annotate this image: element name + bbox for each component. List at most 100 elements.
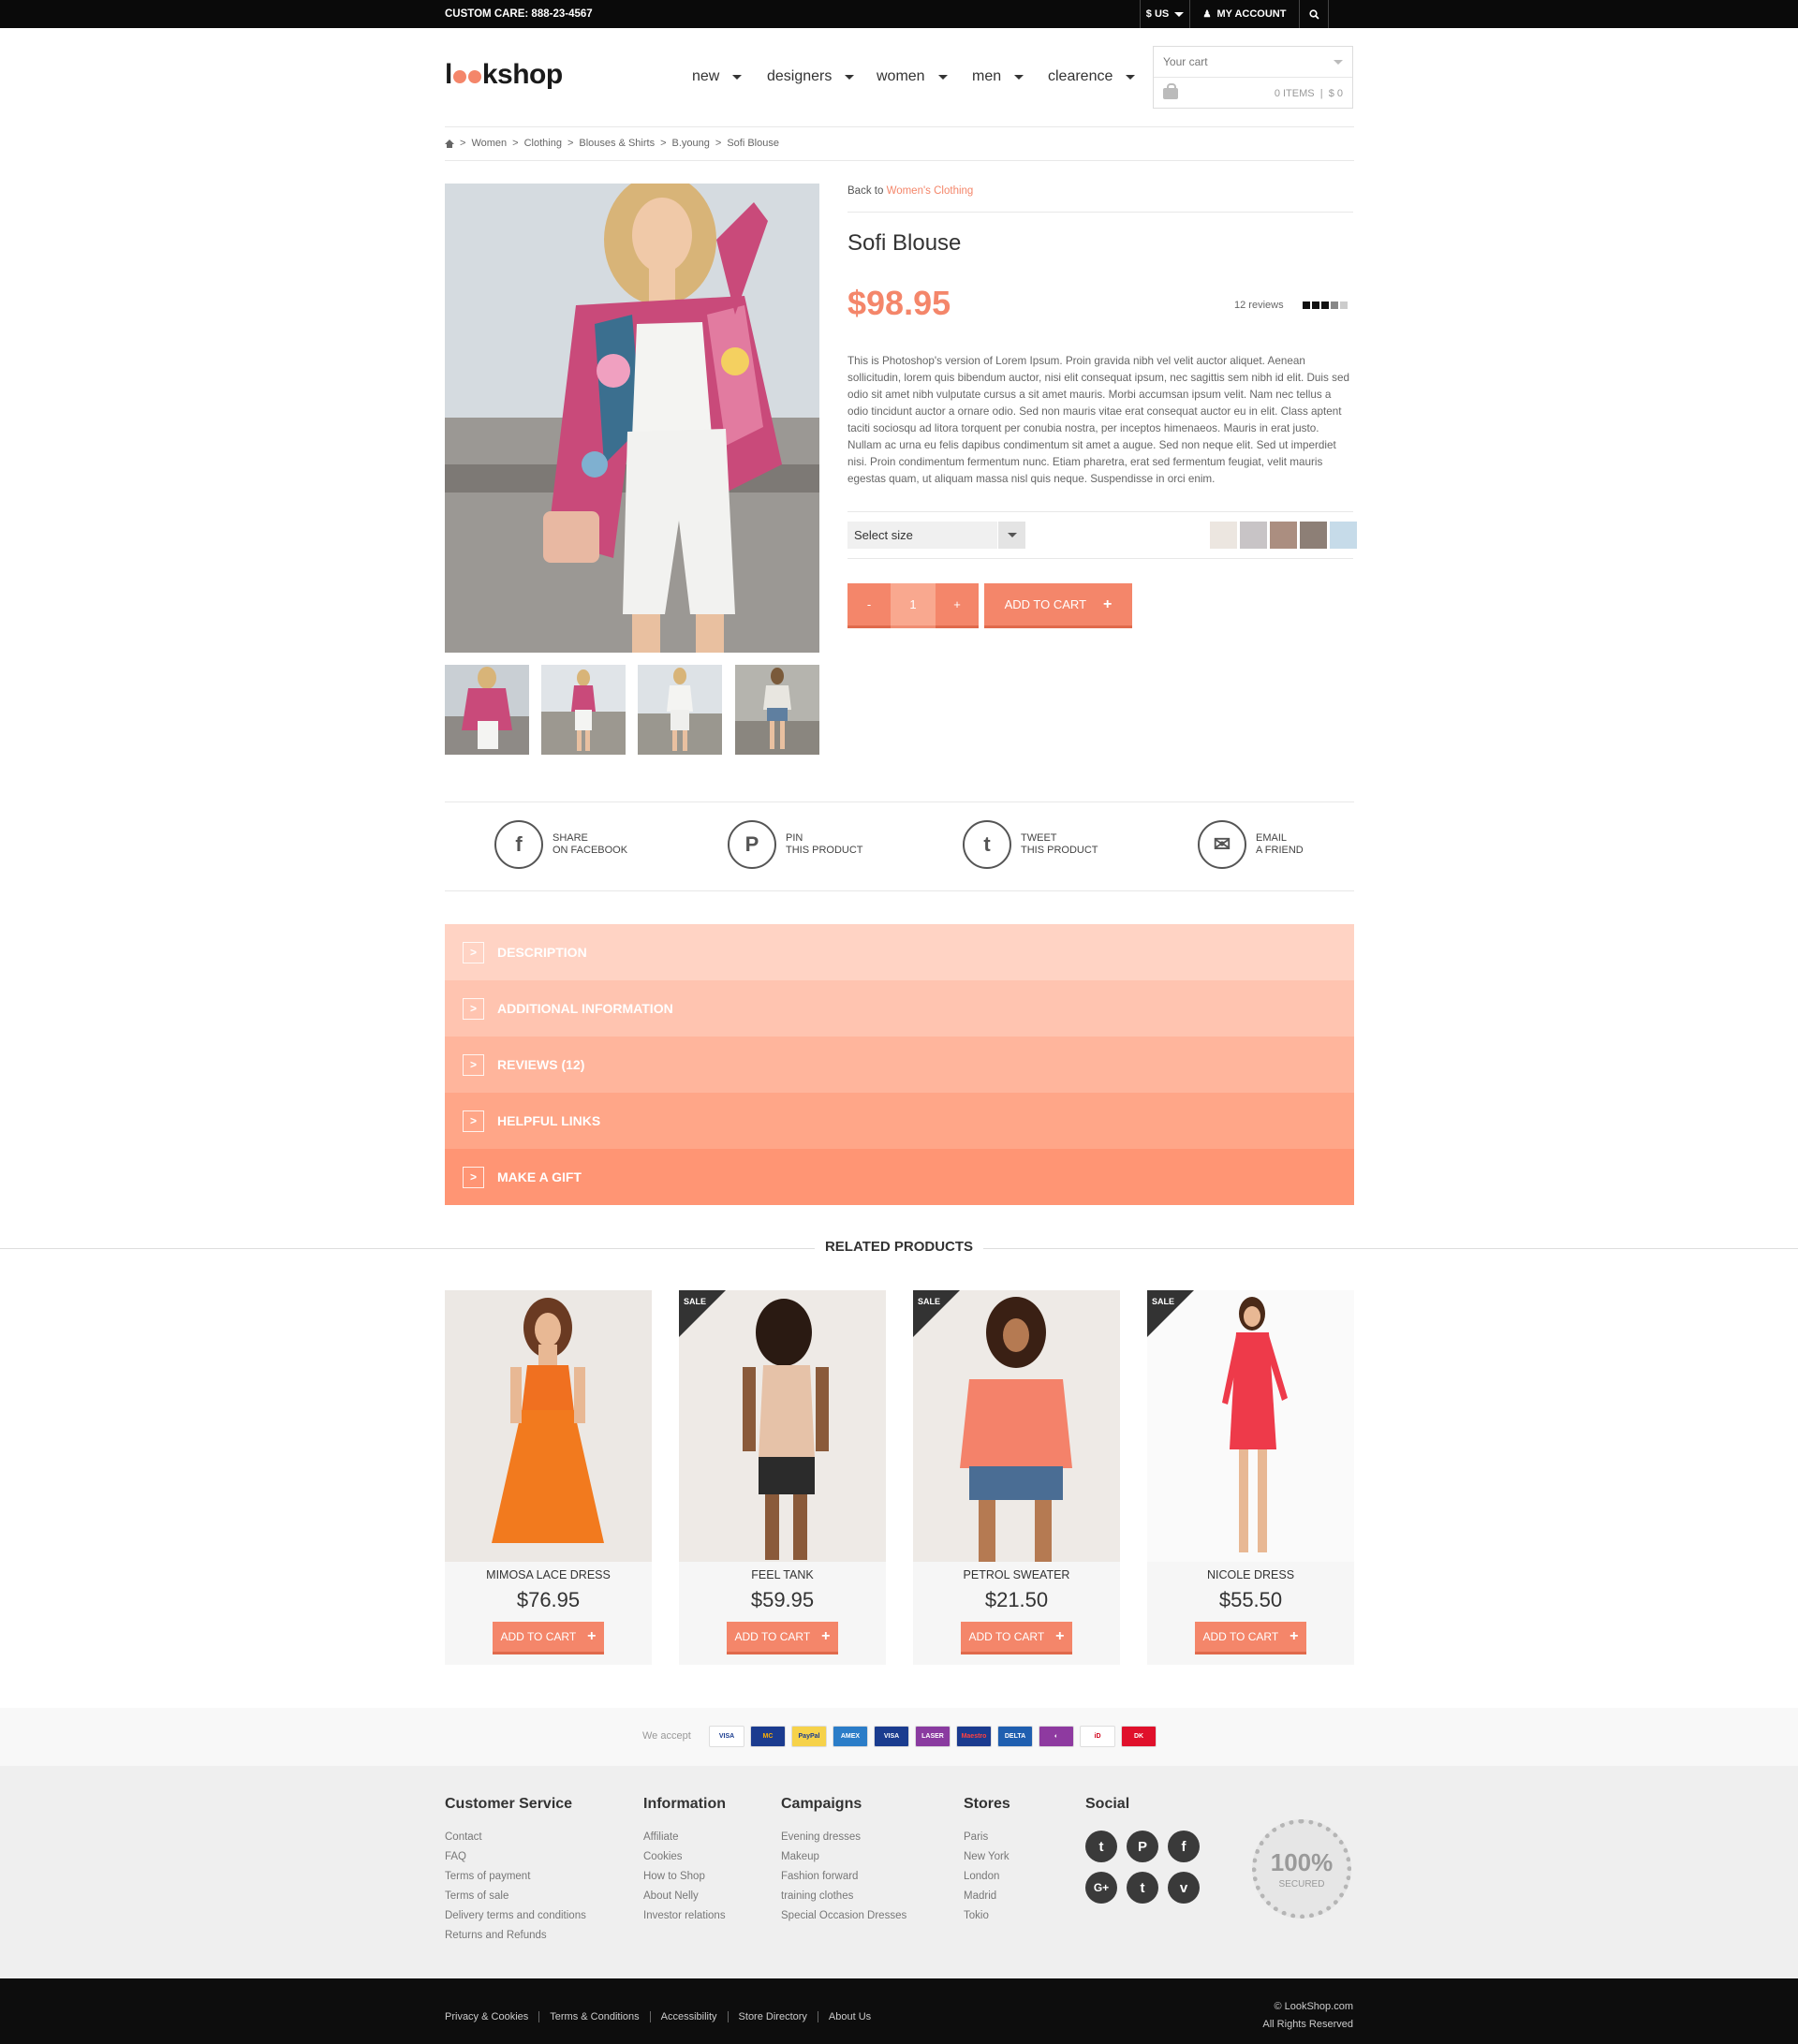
footer-link[interactable]: Paris — [964, 1828, 1010, 1847]
breadcrumb-brand[interactable]: B.young — [672, 138, 710, 149]
footer-link[interactable]: Special Occasion Dresses — [781, 1906, 906, 1926]
related-product-image[interactable]: SALE — [1147, 1290, 1354, 1562]
related-product-image[interactable] — [445, 1290, 652, 1562]
footer-link[interactable]: Investor relations — [643, 1906, 726, 1926]
footer-link[interactable]: Tokio — [964, 1906, 1010, 1926]
footer-link[interactable]: Terms of payment — [445, 1867, 586, 1887]
accordion-make-a-gift[interactable]: > MAKE A GIFT — [445, 1149, 1354, 1205]
footer-link[interactable]: Fashion forward — [781, 1867, 906, 1887]
vimeo-icon[interactable]: v — [1168, 1872, 1200, 1904]
nav-clearence[interactable]: clearence — [1048, 68, 1136, 85]
footer-link[interactable]: Affiliate — [643, 1828, 726, 1847]
privacy-link[interactable]: Privacy & Cookies — [445, 2011, 538, 2022]
cart-label: Your cart — [1163, 55, 1208, 68]
color-swatch[interactable] — [1210, 522, 1237, 549]
nav-new[interactable]: new — [692, 68, 743, 85]
footer-col-social: Social — [1085, 1796, 1129, 1828]
related-product-name[interactable]: FEEL TANK — [679, 1568, 886, 1581]
nav-designers[interactable]: designers — [767, 68, 855, 85]
product-thumbnail[interactable] — [445, 665, 529, 755]
footer-link[interactable]: training clothes — [781, 1887, 906, 1906]
related-product-card[interactable]: MIMOSA LACE DRESS $76.95 ADD TO CART + — [445, 1290, 652, 1665]
currency-selector[interactable]: $ US — [1140, 0, 1189, 28]
nav-men[interactable]: men — [972, 68, 1024, 85]
footer-link[interactable]: Madrid — [964, 1887, 1010, 1906]
related-product-image[interactable]: SALE — [913, 1290, 1120, 1562]
footer-link[interactable]: How to Shop — [643, 1867, 726, 1887]
accessibility-link[interactable]: Accessibility — [649, 2011, 728, 2022]
share-twitter[interactable]: t TWEET THIS PRODUCT — [963, 820, 1098, 869]
related-product-name[interactable]: NICOLE DRESS — [1147, 1568, 1354, 1581]
footer-col-information: Information Affiliate Cookies How to Sho… — [643, 1796, 726, 1926]
share-pinterest[interactable]: P PIN THIS PRODUCT — [728, 820, 863, 869]
footer-col-title: Information — [643, 1796, 726, 1812]
related-product-card[interactable]: SALE NICOLE DRESS $55.50 ADD TO CART + — [1147, 1290, 1354, 1665]
breadcrumb-blouses[interactable]: Blouses & Shirts — [579, 138, 655, 149]
rating-star-filled — [1303, 301, 1310, 309]
quantity-increase-button[interactable]: + — [936, 583, 979, 628]
footer-link[interactable]: New York — [964, 1847, 1010, 1867]
twitter-icon[interactable]: t — [1085, 1831, 1117, 1862]
terms-link[interactable]: Terms & Conditions — [538, 2011, 649, 2022]
home-icon[interactable] — [445, 139, 454, 148]
related-add-to-cart-button[interactable]: ADD TO CART + — [961, 1622, 1072, 1654]
product-thumbnail[interactable] — [735, 665, 819, 755]
footer-link[interactable]: Returns and Refunds — [445, 1926, 586, 1946]
accordion-reviews[interactable]: > REVIEWS (12) — [445, 1037, 1354, 1093]
footer-link[interactable]: Terms of sale — [445, 1887, 586, 1906]
product-thumbnail[interactable] — [541, 665, 626, 755]
footer-link[interactable]: Makeup — [781, 1847, 906, 1867]
product-description: This is Photoshop's version of Lorem Ips… — [847, 355, 1349, 485]
related-product-card[interactable]: SALE FEEL TANK $59.95 ADD TO CART + — [679, 1290, 886, 1665]
footer-link[interactable]: Evening dresses — [781, 1828, 906, 1847]
back-to-category-link[interactable]: Women's Clothing — [887, 185, 974, 197]
pinterest-icon[interactable]: P — [1127, 1831, 1158, 1862]
accordion-additional-information[interactable]: > ADDITIONAL INFORMATION — [445, 980, 1354, 1037]
footer-link[interactable]: Delivery terms and conditions — [445, 1906, 586, 1926]
lookshop-logo[interactable]: l kshop — [445, 59, 563, 91]
quantity-stepper: - 1 + — [847, 583, 979, 628]
product-thumbnail[interactable] — [638, 665, 722, 755]
size-select[interactable]: Select size — [847, 522, 1025, 549]
footer-link[interactable]: FAQ — [445, 1847, 586, 1867]
accordion-description[interactable]: > DESCRIPTION — [445, 924, 1354, 980]
accordion-helpful-links[interactable]: > HELPFUL LINKS — [445, 1093, 1354, 1149]
product-main-image[interactable] — [445, 184, 819, 653]
footer-link[interactable]: Contact — [445, 1828, 586, 1847]
related-add-to-cart-button[interactable]: ADD TO CART + — [493, 1622, 604, 1654]
related-product-name[interactable]: PETROL SWEATER — [913, 1568, 1120, 1581]
color-swatch[interactable] — [1240, 522, 1267, 549]
related-product-price: $55.50 — [1218, 1588, 1283, 1611]
related-product-card[interactable]: SALE PETROL SWEATER $21.50 ADD TO CART + — [913, 1290, 1120, 1665]
footer-link[interactable]: About Nelly — [643, 1887, 726, 1906]
search-button[interactable] — [1299, 0, 1329, 28]
breadcrumb-women[interactable]: Women — [471, 138, 507, 149]
related-add-to-cart-button[interactable]: ADD TO CART + — [727, 1622, 838, 1654]
related-product-image[interactable]: SALE — [679, 1290, 886, 1562]
color-swatch[interactable] — [1270, 522, 1297, 549]
add-to-cart-button[interactable]: ADD TO CART + — [984, 583, 1132, 628]
breadcrumb-clothing[interactable]: Clothing — [524, 138, 562, 149]
share-facebook[interactable]: f SHARE ON FACEBOOK — [494, 820, 627, 869]
my-account-button[interactable]: ♟ MY ACCOUNT — [1189, 0, 1299, 28]
quantity-input[interactable]: 1 — [891, 583, 936, 628]
size-select-arrow[interactable] — [997, 522, 1025, 549]
store-directory-link[interactable]: Store Directory — [727, 2011, 818, 2022]
tumblr-icon[interactable]: t — [1127, 1872, 1158, 1904]
google-plus-icon[interactable]: G+ — [1085, 1872, 1117, 1904]
share-label: EMAIL A FRIEND — [1256, 832, 1304, 857]
footer-link[interactable]: London — [964, 1867, 1010, 1887]
footer-link[interactable]: Cookies — [643, 1847, 726, 1867]
facebook-icon[interactable]: f — [1168, 1831, 1200, 1862]
cart-header[interactable]: Your cart — [1154, 47, 1352, 78]
share-email[interactable]: ✉ EMAIL A FRIEND — [1198, 820, 1304, 869]
related-add-to-cart-button[interactable]: ADD TO CART + — [1195, 1622, 1306, 1654]
color-swatch[interactable] — [1300, 522, 1327, 549]
about-us-link[interactable]: About Us — [817, 2011, 881, 2022]
mini-cart[interactable]: Your cart 0 ITEMS | $ 0 — [1153, 46, 1353, 109]
related-product-name[interactable]: MIMOSA LACE DRESS — [445, 1568, 652, 1581]
reviews-count-link[interactable]: 12 reviews — [1234, 300, 1284, 311]
nav-women[interactable]: women — [877, 68, 948, 85]
quantity-decrease-button[interactable]: - — [847, 583, 891, 628]
color-swatch[interactable] — [1330, 522, 1357, 549]
